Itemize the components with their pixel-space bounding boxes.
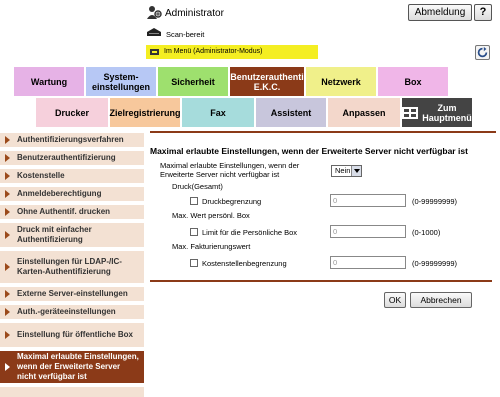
sidebar-item-externe-server[interactable]: Externe Server-einstellungen — [0, 287, 144, 303]
cancel-button[interactable]: Abbrechen — [410, 292, 472, 308]
arrow-right-icon — [5, 263, 10, 271]
tab-hauptmenu[interactable]: Zum Hauptmenü — [402, 98, 472, 127]
input-druckbegrenzung[interactable]: 0 — [330, 194, 406, 207]
key-icon — [150, 49, 159, 55]
arrow-right-icon — [5, 331, 10, 339]
header: Administrator Abmeldung ? Scan-bereit Im… — [0, 0, 500, 66]
sidebar-item-ohne-authentif[interactable]: Ohne Authentif. drucken — [0, 205, 144, 221]
home-menu-icon — [402, 106, 419, 119]
sidebar-item-anmeldeberechtigung[interactable]: Anmeldeberechtigung — [0, 187, 144, 203]
range-limit-box: (0-1000) — [412, 228, 441, 237]
refresh-icon[interactable] — [475, 45, 490, 60]
sidebar-item-oeffentliche-box[interactable]: Einstellung für öffentliche Box — [0, 323, 144, 349]
arrow-right-icon — [5, 154, 10, 162]
tab-sicherheit[interactable]: Sicherheit — [158, 67, 228, 96]
label-druckbegrenzung: Druckbegrenzung — [202, 197, 262, 206]
status-text: Scan-bereit — [166, 30, 205, 39]
checkbox-kostenstellenbegrenzung[interactable] — [190, 259, 198, 267]
group-title-fakturierung: Max. Fakturierungswert — [172, 242, 251, 251]
chevron-down-icon — [351, 166, 361, 176]
tab-benutzerauthentifizierung[interactable]: Benutzerauthenti E.K.C. — [230, 67, 304, 96]
group-title-box: Max. Wert persönl. Box — [172, 211, 250, 220]
tab-drucker[interactable]: Drucker — [36, 98, 108, 127]
arrow-right-icon — [5, 308, 10, 316]
arrow-right-icon — [5, 190, 10, 198]
sidebar-item-kostenstelle[interactable]: Kostenstelle — [0, 169, 144, 185]
logout-button[interactable]: Abmeldung — [408, 4, 472, 21]
input-limit-box[interactable]: 0 — [330, 225, 406, 238]
tab-zielregistrierung[interactable]: Zielregistrierung — [110, 98, 181, 127]
arrow-right-icon — [5, 290, 10, 298]
sidebar-item-ldap-ic-karten[interactable]: Einstellungen für LDAP-/IC-Karten-Authen… — [0, 251, 144, 285]
mode-banner: Im Menü (Administrator-Modus) — [146, 45, 318, 59]
sidebar-item-maximal-erlaubte[interactable]: Maximal erlaubte Einstellungen, wenn der… — [0, 351, 144, 385]
scanner-icon — [147, 28, 161, 36]
input-kostenstellenbegrenzung[interactable]: 0 — [330, 256, 406, 269]
ok-button[interactable]: OK — [384, 292, 406, 308]
arrow-right-icon — [5, 172, 10, 180]
sidebar-item-druck-einfacher-auth[interactable]: Druck mit einfacher Authentifizierung — [0, 223, 144, 249]
arrow-right-icon — [5, 231, 10, 239]
main-panel: Maximal erlaubte Einstellungen, wenn der… — [150, 140, 492, 310]
tab-fax[interactable]: Fax — [182, 98, 254, 127]
setting-label: Maximal erlaubte Einstellungen, wenn der… — [160, 161, 300, 179]
tab-systemeinstellungen[interactable]: System-einstellungen — [86, 67, 156, 96]
sidebar-footer — [0, 387, 144, 397]
mode-text: Im Menü (Administrator-Modus) — [164, 48, 263, 55]
tab-label-benutzer: Benutzerauthenti E.K.C. — [230, 71, 304, 92]
tab-netzwerk[interactable]: Netzwerk — [306, 67, 376, 96]
arrow-right-icon — [5, 136, 10, 144]
form-divider — [150, 280, 492, 282]
tab-wartung[interactable]: Wartung — [14, 67, 84, 96]
arrow-right-icon — [5, 363, 10, 371]
arrow-right-icon — [5, 208, 10, 216]
tab-label-hauptmenu: Zum Hauptmenü — [422, 102, 472, 123]
range-druckbegrenzung: (0-99999999) — [412, 197, 458, 206]
page-title: Maximal erlaubte Einstellungen, wenn der… — [150, 146, 468, 156]
sidebar-item-authentifizierungsverfahren[interactable]: Authentifizierungsverfahren — [0, 133, 144, 149]
label-limit-box: Limit für die Persönliche Box — [202, 228, 298, 237]
sidebar: Authentifizierungsverfahren Benutzerauth… — [0, 133, 144, 397]
help-button[interactable]: ? — [474, 4, 492, 21]
checkbox-druckbegrenzung[interactable] — [190, 197, 198, 205]
content-top-divider — [150, 131, 496, 133]
sidebar-item-auth-geraete[interactable]: Auth.-geräteeinstellungen — [0, 305, 144, 321]
range-kostenstellenbegrenzung: (0-99999999) — [412, 259, 458, 268]
checkbox-limit-box[interactable] — [190, 228, 198, 236]
tab-anpassen[interactable]: Anpassen — [328, 98, 400, 127]
label-kostenstellenbegrenzung: Kostenstellenbegrenzung — [202, 259, 287, 268]
group-title-druck: Druck(Gesamt) — [172, 182, 223, 191]
tab-assistent[interactable]: Assistent — [256, 98, 326, 127]
administrator-icon — [147, 6, 162, 19]
server-unavailable-select[interactable]: Nein — [331, 165, 362, 177]
tab-label-system: System-einstellungen — [91, 71, 150, 92]
sidebar-item-benutzerauthentifizierung[interactable]: Benutzerauthentifizierung — [0, 151, 144, 167]
tab-box[interactable]: Box — [378, 67, 448, 96]
admin-label: Administrator — [165, 8, 224, 19]
